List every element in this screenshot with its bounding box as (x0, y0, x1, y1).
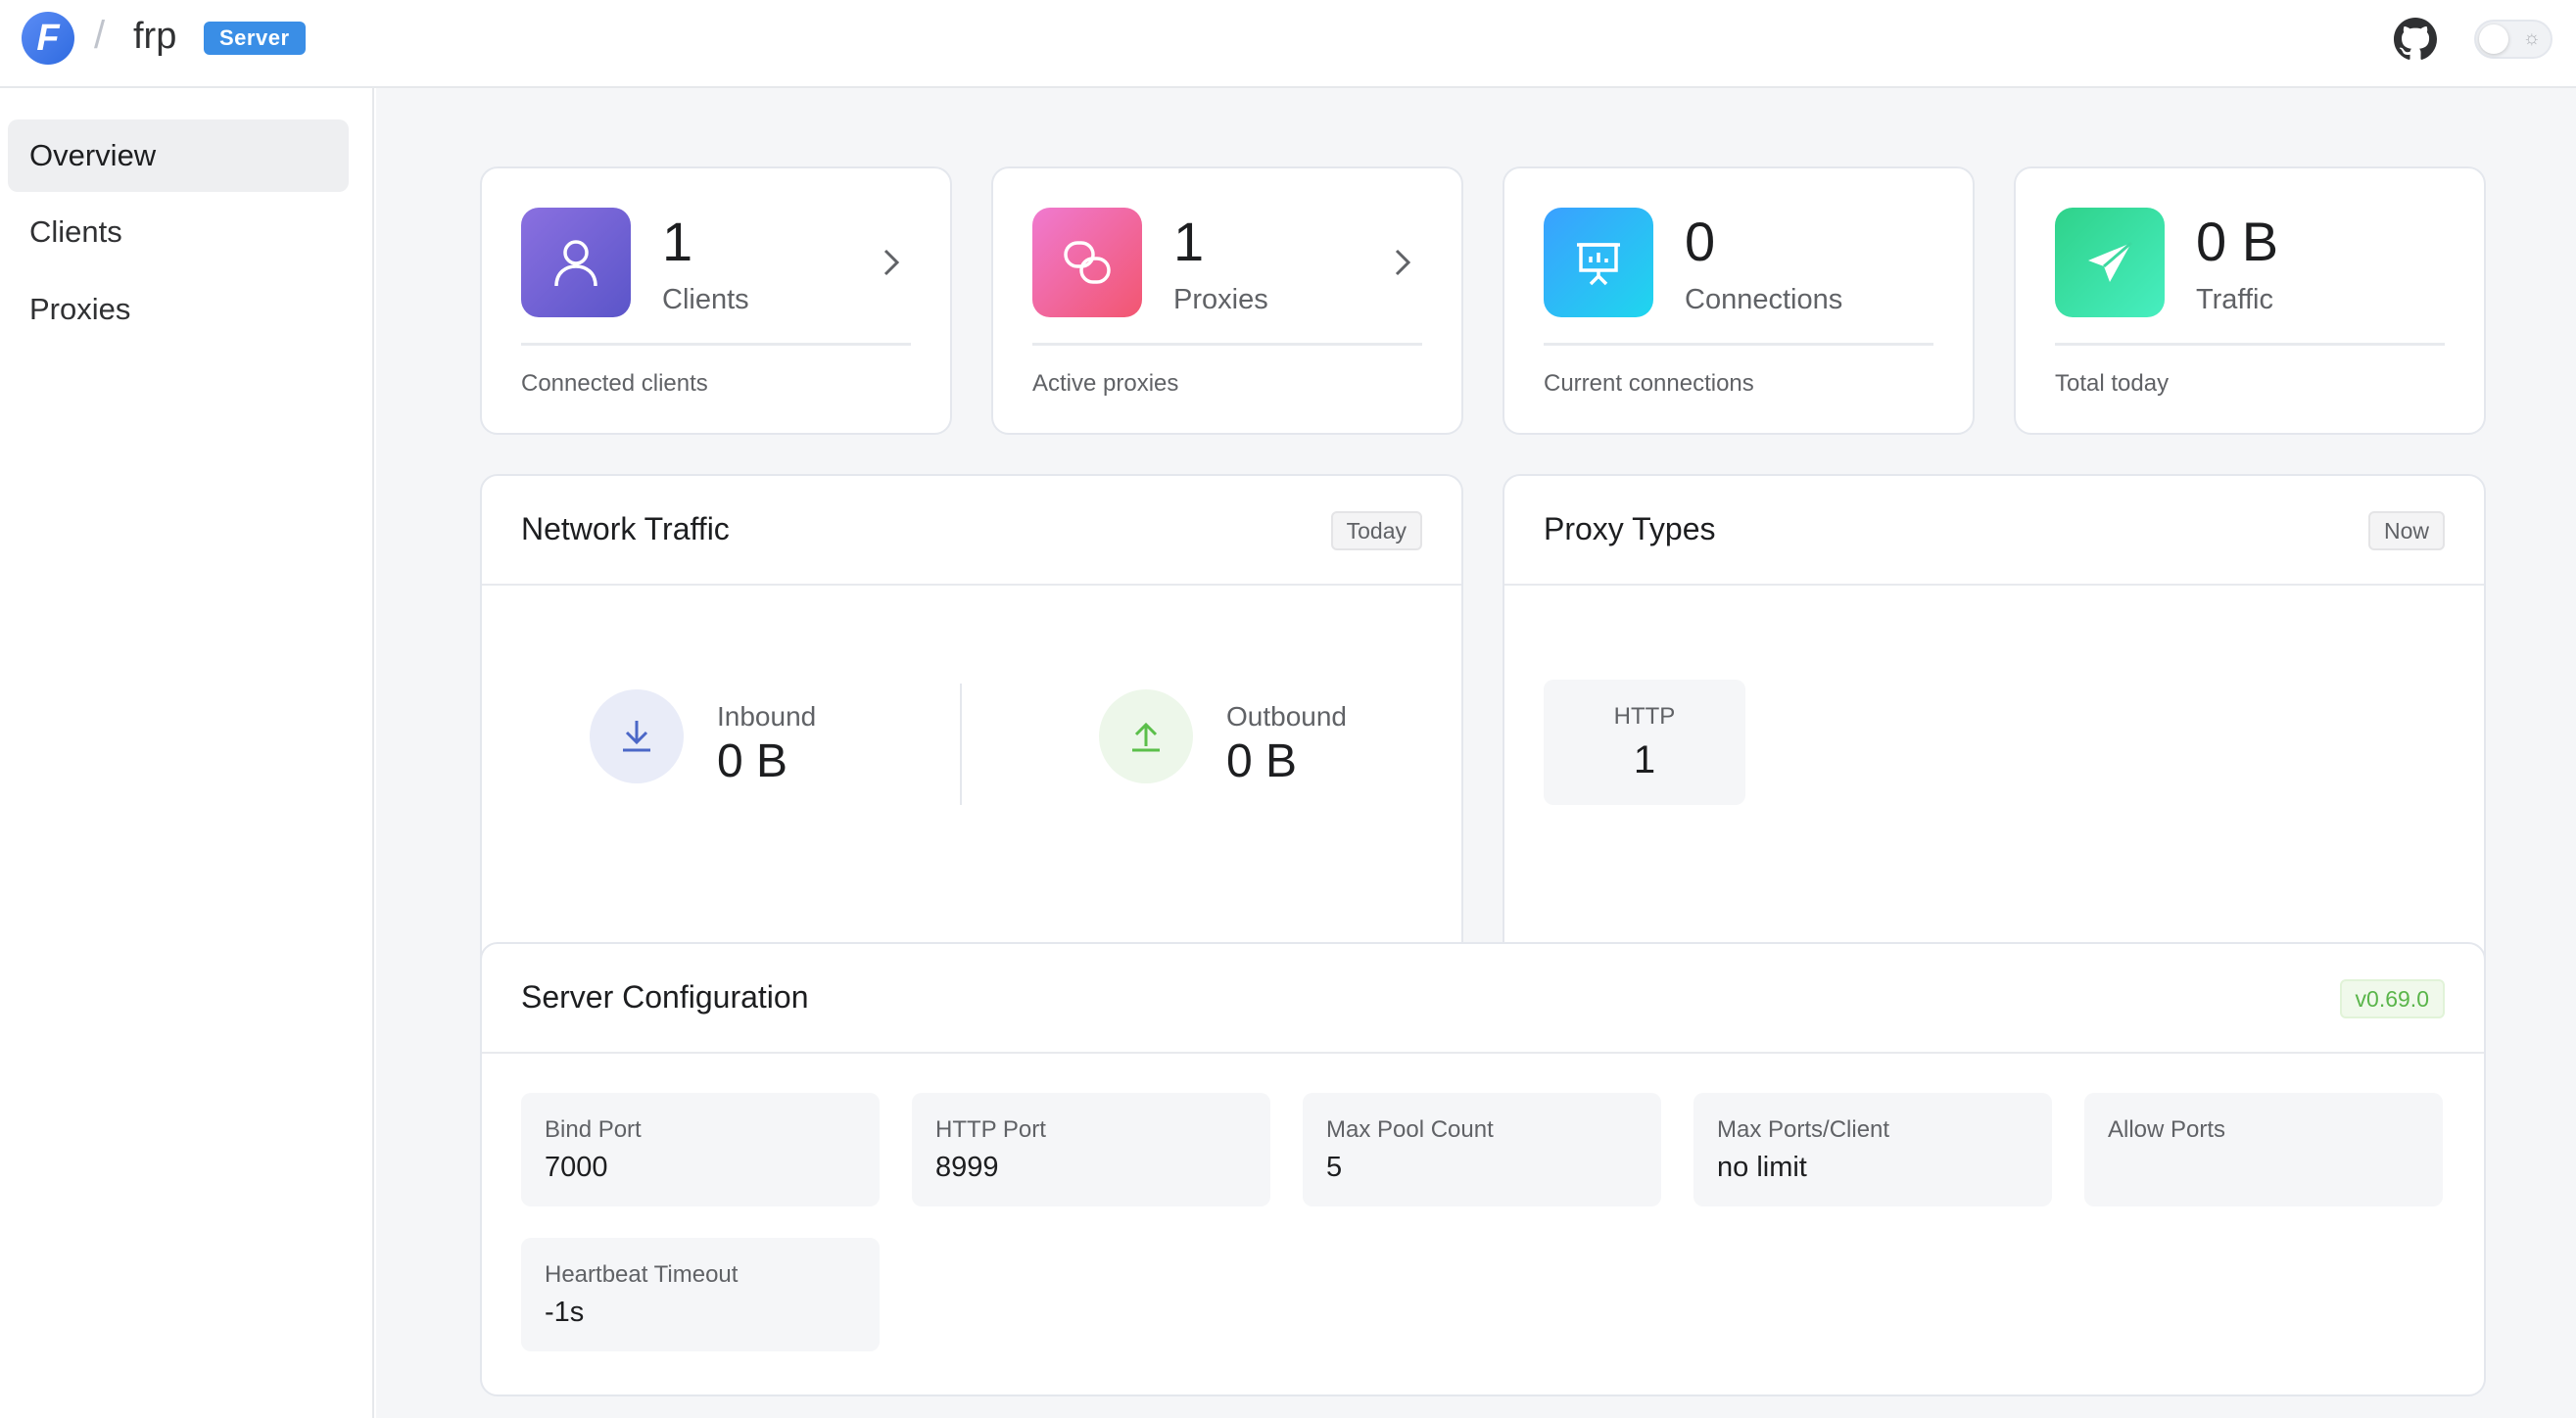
chevron-right-icon[interactable] (1389, 243, 1416, 282)
config-value: no limit (1717, 1152, 1807, 1183)
clients-count: 1 (662, 211, 693, 272)
inbound-value: 0 B (717, 735, 788, 787)
config-value: 5 (1326, 1152, 1343, 1183)
proxy-type-name: HTTP (1613, 703, 1676, 730)
config-label: Bind Port (545, 1116, 642, 1143)
outbound-value: 0 B (1226, 735, 1298, 787)
presentation-icon (1544, 208, 1653, 317)
app-name: frp (133, 16, 177, 57)
config-max-ports-client: Max Ports/Client no limit (1693, 1093, 2052, 1206)
proxies-sub: Active proxies (1032, 370, 1179, 397)
now-tag: Now (2367, 511, 2445, 550)
server-config-card: Server Configuration v0.69.0 Bind Port 7… (480, 942, 2486, 1396)
user-icon (521, 208, 631, 317)
breadcrumb-separator: / (94, 14, 106, 57)
clients-sub: Connected clients (521, 370, 708, 397)
divider (1544, 343, 1933, 346)
today-tag: Today (1330, 511, 1422, 550)
stat-card-connections: 0 Connections Current connections (1503, 166, 1975, 435)
link-icon (1032, 208, 1142, 317)
sidebar-item-overview[interactable]: Overview (8, 119, 349, 192)
config-label: Max Pool Count (1326, 1116, 1494, 1143)
top-bar: F / frp Server ☼ (0, 0, 2576, 88)
config-label: HTTP Port (935, 1116, 1046, 1143)
config-http-port: HTTP Port 8999 (912, 1093, 1270, 1206)
config-bind-port: Bind Port 7000 (521, 1093, 880, 1206)
proxy-types-title: Proxy Types (1544, 511, 1716, 546)
card-header: Server Configuration v0.69.0 (482, 944, 2484, 1054)
card-header: Proxy Types Now (1504, 476, 2484, 586)
outbound-label: Outbound (1226, 701, 1347, 732)
server-config-title: Server Configuration (521, 979, 809, 1015)
divider (1032, 343, 1422, 346)
main-content: 1 Clients Connected clients 1 Proxies Ac… (376, 88, 2576, 1418)
config-value: -1s (545, 1297, 585, 1328)
clients-label: Clients (662, 284, 749, 315)
version-tag: v0.69.0 (2339, 979, 2445, 1018)
traffic-label: Traffic (2196, 284, 2273, 315)
proxy-type-count: 1 (1633, 738, 1656, 781)
config-label: Allow Ports (2108, 1116, 2226, 1143)
divider (521, 343, 911, 346)
divider (960, 684, 962, 805)
config-allow-ports: Allow Ports (2084, 1093, 2443, 1206)
config-value: 8999 (935, 1152, 999, 1183)
config-max-pool-count: Max Pool Count 5 (1303, 1093, 1661, 1206)
theme-toggle[interactable]: ☼ (2474, 20, 2552, 59)
sun-icon: ☼ (2522, 27, 2541, 49)
network-traffic-title: Network Traffic (521, 511, 730, 546)
traffic-total: 0 B (2196, 211, 2279, 272)
send-icon (2055, 208, 2165, 317)
upload-icon (1099, 689, 1193, 783)
github-icon[interactable] (2394, 18, 2437, 61)
config-value: 7000 (545, 1152, 608, 1183)
chevron-right-icon[interactable] (878, 243, 905, 282)
proxies-label: Proxies (1173, 284, 1268, 315)
proxy-type-http: HTTP 1 (1544, 680, 1745, 805)
sidebar: Overview Clients Proxies (0, 88, 374, 1418)
logo-letter: F (36, 17, 60, 59)
stat-card-traffic: 0 B Traffic Total today (2014, 166, 2486, 435)
config-label: Heartbeat Timeout (545, 1261, 739, 1288)
frp-logo-icon[interactable]: F (22, 12, 74, 65)
toggle-knob (2479, 24, 2508, 54)
download-icon (590, 689, 684, 783)
divider (2055, 343, 2445, 346)
sidebar-item-proxies[interactable]: Proxies (8, 273, 349, 346)
server-badge: Server (204, 22, 306, 55)
connections-sub: Current connections (1544, 370, 1754, 397)
config-heartbeat-timeout: Heartbeat Timeout -1s (521, 1238, 880, 1351)
sidebar-item-clients[interactable]: Clients (8, 196, 349, 268)
inbound-label: Inbound (717, 701, 817, 732)
traffic-sub: Total today (2055, 370, 2170, 397)
stat-card-proxies[interactable]: 1 Proxies Active proxies (991, 166, 1463, 435)
proxy-types-card: Proxy Types Now HTTP 1 (1503, 474, 2486, 989)
card-header: Network Traffic Today (482, 476, 1461, 586)
connections-label: Connections (1685, 284, 1843, 315)
network-traffic-card: Network Traffic Today Inbound 0 B Outbou… (480, 474, 1463, 989)
stat-card-clients[interactable]: 1 Clients Connected clients (480, 166, 952, 435)
connections-count: 0 (1685, 211, 1716, 272)
config-label: Max Ports/Client (1717, 1116, 1890, 1143)
proxies-count: 1 (1173, 211, 1205, 272)
